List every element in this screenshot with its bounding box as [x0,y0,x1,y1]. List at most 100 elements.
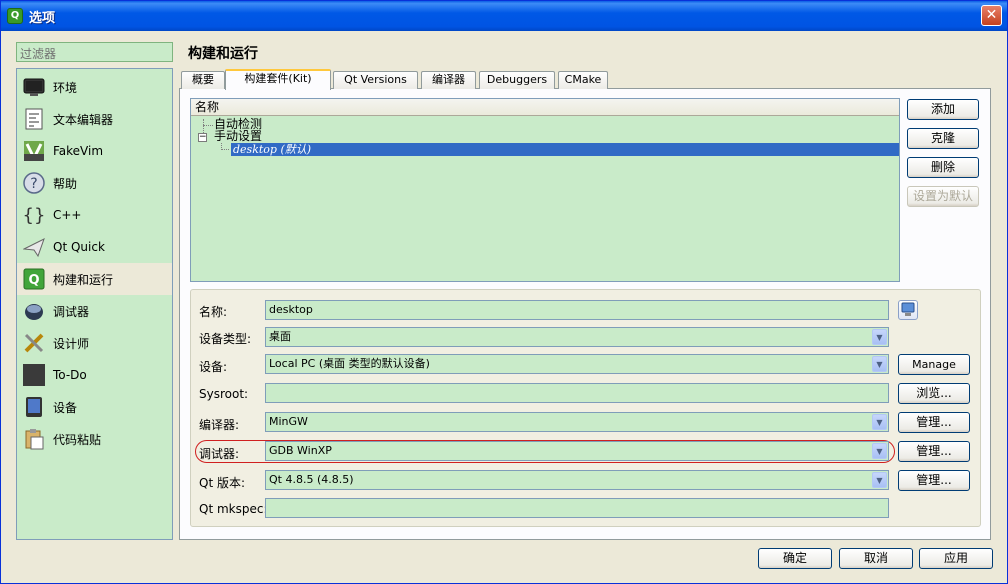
debugger-icon [23,300,45,322]
tab-cmake[interactable]: CMake [558,71,608,89]
ok-button[interactable]: 确定 [758,548,832,569]
debugger-value: GDB WinXP [269,444,332,457]
designer-icon [23,332,45,354]
chevron-down-icon[interactable]: ▼ [872,472,887,488]
sidebar-item-label: 调试器 [53,304,90,319]
close-button[interactable]: ✕ [981,5,1002,26]
sidebar-item-build-run[interactable]: Q 构建和运行 [17,263,172,295]
kit-name-input[interactable]: desktop [265,300,889,320]
sidebar-item-label: 帮助 [53,176,78,191]
sidebar-item-help[interactable]: ? 帮助 [17,167,172,199]
sidebar-item-label: FakeVim [53,144,104,158]
device-select[interactable]: Local PC (桌面 类型的默认设备) ▼ [265,354,889,374]
sidebar-item-label: 设计师 [53,336,90,351]
debugger-select[interactable]: GDB WinXP ▼ [265,441,889,461]
sidebar-item-fakevim[interactable]: FakeVim [17,135,172,167]
device-label: 设备: [199,360,228,374]
make-default-button[interactable]: 设置为默认 [907,186,979,207]
tree-node-desktop-kit[interactable]: desktop (默认) [231,143,899,156]
paper-plane-icon [23,236,45,258]
chevron-down-icon[interactable]: ▼ [872,356,887,372]
sidebar-item-code-paste[interactable]: 代码粘贴 [17,423,172,455]
remove-kit-button[interactable]: 删除 [907,157,979,178]
options-dialog: Q 选项 ✕ 过滤器 环境 文本编辑器 FakeVim ? 帮助 {} C++ … [0,0,1008,584]
manage-devices-button[interactable]: Manage [898,354,970,375]
sidebar-item-environment[interactable]: 环境 [17,71,172,103]
tab-overview[interactable]: 概要 [181,71,225,89]
build-run-icon: Q [23,268,45,290]
cancel-button[interactable]: 取消 [839,548,913,569]
tab-qt-versions[interactable]: Qt Versions [333,71,418,89]
qt-creator-icon: Q [7,8,23,24]
sidebar-item-label: 文本编辑器 [53,112,114,127]
sidebar-item-debugger[interactable]: 调试器 [17,295,172,327]
manage-debuggers-button[interactable]: 管理... [898,441,970,462]
svg-text:{}: {} [23,205,45,226]
tab-debuggers[interactable]: Debuggers [479,71,555,89]
apply-button[interactable]: 应用 [919,548,993,569]
tree-guide [203,125,213,126]
chevron-down-icon[interactable]: ▼ [872,329,887,345]
sidebar-item-label: 构建和运行 [53,272,114,287]
sidebar-item-label: C++ [53,208,82,222]
todo-icon [23,364,45,386]
qt-version-label: Qt 版本: [199,476,246,490]
sidebar-item-label: To-Do [53,368,87,382]
sidebar-item-text-editor[interactable]: 文本编辑器 [17,103,172,135]
qt-mkspec-input[interactable] [265,498,889,518]
manage-qt-versions-button[interactable]: 管理... [898,470,970,491]
collapse-icon[interactable]: − [198,133,207,142]
sidebar-item-device[interactable]: 设备 [17,391,172,423]
browse-sysroot-button[interactable]: 浏览... [898,383,970,404]
debugger-label: 调试器: [199,447,240,461]
text-editor-icon [23,108,45,130]
page-title: 构建和运行 [188,46,258,62]
svg-text:Q: Q [28,273,39,288]
sysroot-input[interactable] [265,383,889,403]
name-label: 名称: [199,305,228,319]
filter-input[interactable]: 过滤器 [16,42,173,62]
window-title: 选项 [29,10,56,26]
monitor-icon [901,302,915,316]
manage-compilers-button[interactable]: 管理... [898,412,970,433]
sidebar-item-designer[interactable]: 设计师 [17,327,172,359]
title-bar[interactable]: Q 选项 ✕ [1,1,1007,31]
tree-guide [221,149,229,150]
monitor-icon [23,76,45,98]
braces-icon: {} [23,204,45,226]
sidebar-item-cpp[interactable]: {} C++ [17,199,172,231]
sidebar-item-label: 设备 [53,400,78,415]
qt-mkspec-label: Qt mkspec: [199,502,268,516]
clone-kit-button[interactable]: 克隆 [907,128,979,149]
kit-tree[interactable]: 名称 自动检测 − 手动设置 desktop (默认) [190,98,900,282]
help-icon: ? [23,172,45,194]
device-type-label: 设备类型: [199,332,252,346]
compiler-value: MinGW [269,415,308,428]
sidebar-item-label: Qt Quick [53,240,105,254]
compiler-label: 编译器: [199,418,240,432]
tree-node-manual[interactable]: 手动设置 [214,130,262,143]
chevron-down-icon[interactable]: ▼ [872,443,887,459]
tab-kits[interactable]: 构建套件(Kit) [225,69,331,90]
sidebar-item-todo[interactable]: To-Do [17,359,172,391]
device-type-value: 桌面 [269,330,291,343]
compiler-select[interactable]: MinGW ▼ [265,412,889,432]
kit-details-panel [190,289,981,527]
device-icon [23,396,45,418]
add-kit-button[interactable]: 添加 [907,99,979,120]
device-type-select[interactable]: 桌面 ▼ [265,327,889,347]
qt-version-value: Qt 4.8.5 (4.8.5) [269,473,354,486]
device-value: Local PC (桌面 类型的默认设备) [269,357,430,370]
tree-header[interactable]: 名称 [191,99,899,116]
qt-version-select[interactable]: Qt 4.8.5 (4.8.5) ▼ [265,470,889,490]
svg-text:?: ? [30,176,37,192]
sidebar-item-qt-quick[interactable]: Qt Quick [17,231,172,263]
kit-icon-button[interactable] [898,300,918,320]
chevron-down-icon[interactable]: ▼ [872,414,887,430]
category-list: 环境 文本编辑器 FakeVim ? 帮助 {} C++ Qt Quick Q … [16,68,173,540]
fakevim-icon [23,140,45,162]
sidebar-item-label: 环境 [53,80,78,95]
tab-compilers[interactable]: 编译器 [421,71,476,89]
sidebar-item-label: 代码粘贴 [53,432,102,447]
code-paste-icon [23,428,45,450]
